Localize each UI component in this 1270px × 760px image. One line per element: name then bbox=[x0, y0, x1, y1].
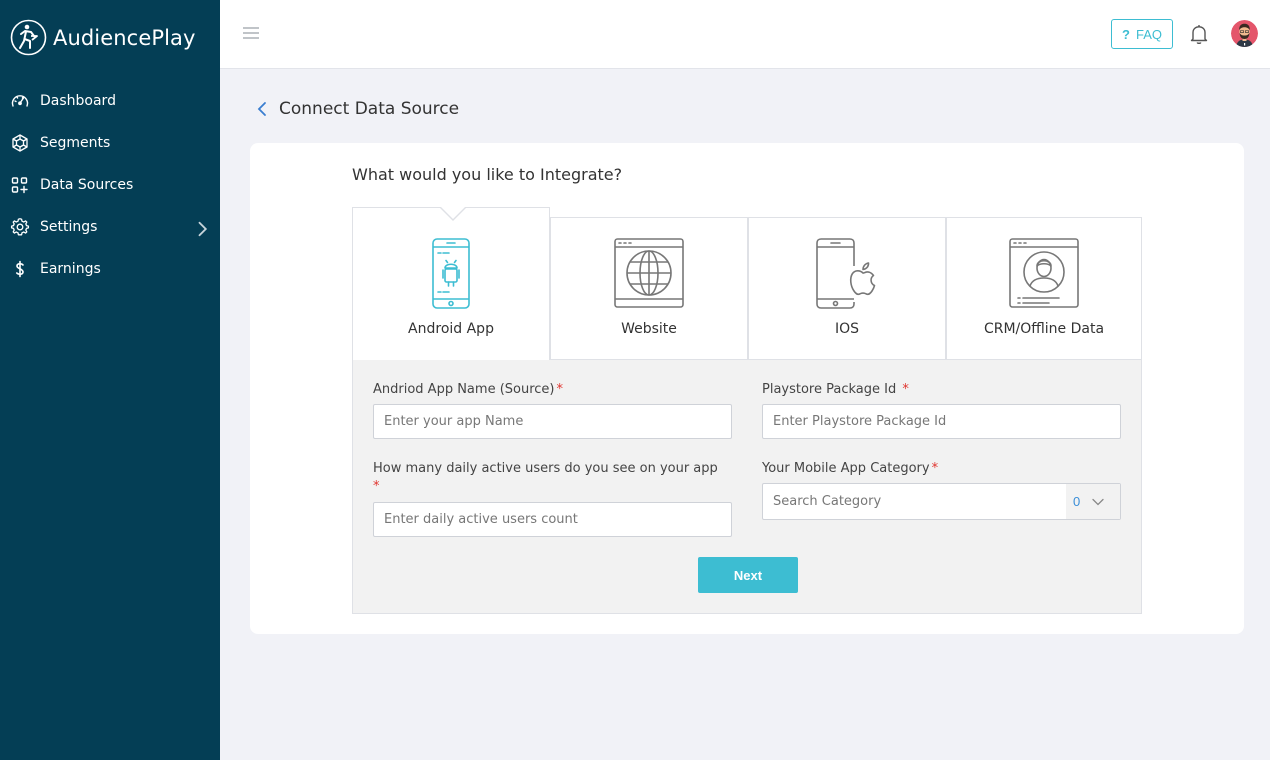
network-icon bbox=[12, 134, 28, 152]
selected-count: 0 bbox=[1073, 494, 1081, 509]
data-sources-icon bbox=[11, 177, 28, 194]
app-logo[interactable]: AudiencePlay bbox=[10, 19, 196, 56]
faq-label: FAQ bbox=[1135, 26, 1162, 42]
integrate-question: What would you like to Integrate? bbox=[352, 165, 623, 184]
tab-label: Android App bbox=[408, 321, 494, 337]
page-title: Connect Data Source bbox=[279, 99, 460, 119]
android-phone-icon bbox=[432, 238, 470, 309]
package-id-label: Playstore Package Id * bbox=[762, 382, 909, 397]
category-select[interactable]: 0 bbox=[762, 483, 1121, 520]
tab-label: IOS bbox=[834, 321, 860, 337]
logo-icon bbox=[10, 19, 47, 56]
hamburger-menu-icon[interactable] bbox=[242, 26, 260, 40]
dollar-icon bbox=[16, 260, 24, 278]
sidebar-item-label: Data Sources bbox=[40, 177, 134, 193]
sidebar-item-earnings[interactable]: Earnings bbox=[0, 248, 220, 290]
integration-tabs: Android App Website IOS CRM/Offline Data bbox=[352, 206, 1142, 360]
tab-android-app[interactable]: Android App bbox=[352, 206, 550, 360]
sidebar-item-label: Settings bbox=[40, 219, 98, 235]
required-marker: * bbox=[902, 382, 909, 397]
dau-input[interactable] bbox=[373, 502, 732, 537]
sidebar-nav: Dashboard Segments Data Sources Settings… bbox=[0, 80, 220, 290]
sidebar-item-dashboard[interactable]: Dashboard bbox=[0, 80, 220, 122]
gauge-icon bbox=[11, 95, 29, 107]
category-label: Your Mobile App Category * bbox=[762, 461, 939, 476]
bell-icon[interactable] bbox=[1189, 23, 1209, 45]
app-name-input[interactable] bbox=[373, 404, 732, 439]
sidebar-item-label: Earnings bbox=[40, 261, 101, 277]
chevron-down-icon bbox=[1092, 498, 1104, 505]
globe-browser-icon bbox=[614, 238, 684, 308]
tab-label: CRM/Offline Data bbox=[983, 321, 1105, 337]
user-profile-icon bbox=[1009, 238, 1079, 308]
tab-crm-offline-data[interactable]: CRM/Offline Data bbox=[946, 217, 1142, 360]
sidebar-item-settings[interactable]: Settings bbox=[0, 206, 220, 248]
top-bar: ? FAQ bbox=[220, 0, 1270, 69]
category-search-input[interactable] bbox=[763, 484, 1066, 519]
category-dropdown-toggle[interactable]: 0 bbox=[1066, 484, 1120, 519]
required-marker: * bbox=[931, 461, 939, 476]
next-button[interactable]: Next bbox=[698, 557, 798, 593]
required-marker: * bbox=[556, 382, 564, 397]
dau-label: How many daily active users do you see o… bbox=[373, 461, 718, 494]
faq-button[interactable]: ? FAQ bbox=[1111, 19, 1173, 49]
sidebar-item-data-sources[interactable]: Data Sources bbox=[0, 164, 220, 206]
gear-icon bbox=[10, 218, 30, 236]
required-marker: * bbox=[373, 479, 380, 494]
tab-notch bbox=[439, 206, 467, 221]
integration-card: What would you like to Integrate? Androi… bbox=[250, 143, 1244, 634]
apple-phone-icon bbox=[816, 238, 876, 309]
back-arrow-icon[interactable] bbox=[255, 98, 269, 120]
avatar[interactable] bbox=[1231, 20, 1258, 47]
tab-label: Website bbox=[621, 321, 677, 337]
sidebar: AudiencePlay Dashboard Segments Data Sou… bbox=[0, 0, 220, 760]
question-icon: ? bbox=[1122, 26, 1130, 42]
package-id-input[interactable] bbox=[762, 404, 1121, 439]
chevron-right-icon bbox=[198, 221, 208, 237]
tab-ios[interactable]: IOS bbox=[748, 217, 946, 360]
app-name: AudiencePlay bbox=[53, 25, 196, 50]
page-header: Connect Data Source bbox=[255, 98, 459, 120]
sidebar-item-segments[interactable]: Segments bbox=[0, 122, 220, 164]
sidebar-item-label: Dashboard bbox=[40, 93, 116, 109]
android-form: Andriod App Name (Source)* Playstore Pac… bbox=[352, 359, 1142, 614]
app-name-label: Andriod App Name (Source) * bbox=[373, 382, 564, 397]
sidebar-item-label: Segments bbox=[40, 135, 111, 151]
tab-website[interactable]: Website bbox=[550, 217, 748, 360]
